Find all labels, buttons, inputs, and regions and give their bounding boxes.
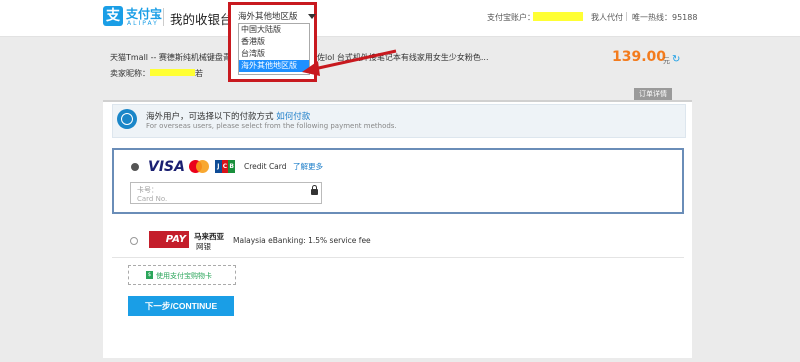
seller-label: 卖家昵称： (110, 69, 150, 78)
shopping-card-label: 使用支付宝购物卡 (156, 272, 212, 280)
notice-text: 海外用户，可选择以下的付款方式 如何付款 (146, 110, 310, 122)
region-option-hongkong[interactable]: 香港版 (239, 36, 309, 48)
region-option-taiwan[interactable]: 台湾版 (239, 48, 309, 60)
price-unit: 元 (663, 57, 670, 65)
order-details-button[interactable]: 订单详情 (634, 88, 672, 100)
gift-card-icon: $ (146, 271, 153, 279)
chevron-down-icon[interactable] (308, 14, 316, 19)
mypay-radio[interactable] (130, 237, 138, 245)
notice-cn-text: 海外用户，可选择以下的付款方式 (146, 112, 274, 122)
order-title-prefix: 天猫Tmall -- 赛德斯纯机械键盘青轴黑 (110, 53, 247, 62)
notice-en-text: For overseas users, please select from t… (146, 122, 397, 130)
mypay-label: Malaysia eBanking: 1.5% service fee (233, 236, 371, 245)
jcb-c: C (221, 160, 229, 173)
continue-button[interactable]: 下一步/CONTINUE (128, 296, 234, 316)
credit-card-label: Credit Card (244, 162, 287, 171)
seller-redaction (150, 69, 195, 76)
card-number-label: 卡号： (137, 186, 158, 194)
visa-icon: VISA (148, 159, 185, 175)
seller-tail: 若 (195, 69, 203, 78)
lock-icon (311, 189, 318, 195)
jcb-icon: JCB (215, 160, 236, 173)
annotation-arrow-icon (302, 49, 397, 76)
header-link-proxy-pay[interactable]: 我人代付 (591, 12, 623, 23)
credit-card-option[interactable] (112, 148, 684, 214)
region-option-overseas[interactable]: 海外其他地区版 (239, 60, 309, 72)
globe-icon-inner (121, 113, 133, 125)
alipay-logo-icon: 支 (103, 6, 123, 26)
jcb-b: B (228, 160, 236, 173)
region-select[interactable]: 海外其他地区版 (238, 10, 298, 22)
order-price: 139.00 (612, 49, 667, 65)
header-divider-2 (626, 12, 627, 21)
account-redaction (533, 12, 583, 21)
logo-subtext: ALIPAY (127, 20, 159, 27)
mastercard-icon (189, 160, 209, 173)
header-hotline: 唯一热线：95188 (632, 13, 698, 22)
header-divider (163, 8, 164, 26)
payment-panel (103, 100, 692, 358)
mypay-logo-icon: PAY (149, 231, 189, 248)
seller-name: 卖家昵称： 若 (110, 68, 203, 79)
refresh-icon[interactable]: ↻ (672, 54, 680, 65)
jcb-j: J (215, 160, 222, 173)
order-title: 天猫Tmall -- 赛德斯纯机械键盘青轴黑 (110, 52, 247, 63)
region-option-mainland[interactable]: 中国大陆版 (239, 24, 309, 36)
mypay-name-line2: 网银 (196, 242, 211, 251)
how-to-pay-link[interactable]: 如何付款 (276, 112, 310, 122)
card-number-placeholder: Card No. (137, 195, 168, 203)
learn-more-link[interactable]: 了解更多 (293, 161, 323, 172)
page-title: 我的收银台 (170, 12, 232, 27)
account-label: 支付宝账户： (487, 13, 535, 22)
credit-card-radio[interactable] (131, 163, 139, 171)
section-divider (112, 257, 684, 258)
